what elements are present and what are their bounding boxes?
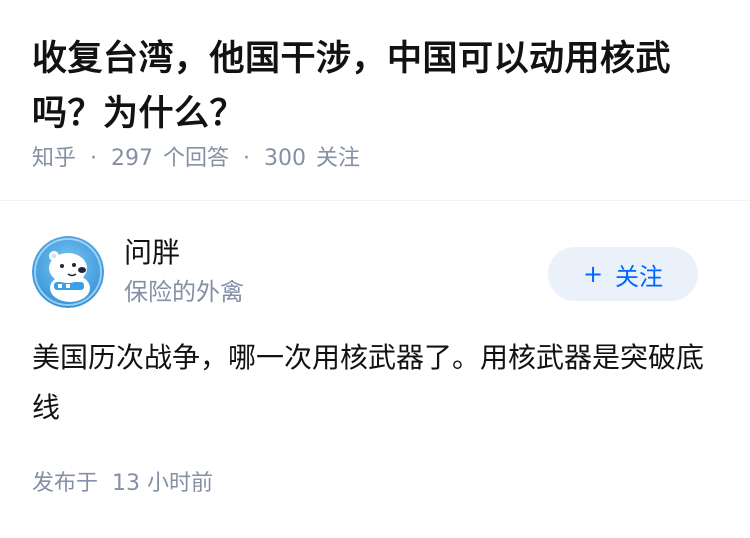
publish-time: 发布于 13 小时前	[32, 469, 213, 499]
question-title[interactable]: 收复台湾，他国干涉，中国可以动用核武吗？为什么？	[32, 32, 718, 142]
author-bio: 保险的外禽	[124, 278, 244, 306]
answer-count-label[interactable]: 个回答	[163, 144, 229, 174]
meta-separator: ·	[90, 146, 98, 171]
follow-button[interactable]: + 关注	[548, 247, 698, 301]
avatar[interactable]	[32, 236, 104, 308]
plus-icon: +	[582, 260, 604, 288]
follow-count[interactable]: 300	[264, 144, 306, 174]
publish-time-value: 13 小时前	[112, 471, 214, 496]
source-label[interactable]: 知乎	[32, 144, 76, 174]
meta-separator-2: ·	[243, 146, 251, 171]
answer-card: 问胖 保险的外禽 + 关注 美国历次战争，哪一次用核武器了。用核武器是突破底线 …	[0, 201, 750, 538]
polar-bear-avatar-icon	[32, 236, 104, 308]
publish-prefix: 发布于	[32, 471, 99, 496]
follow-count-label[interactable]: 关注	[316, 144, 360, 174]
question-meta: 知乎 · 297 个回答 · 300 关注	[32, 144, 360, 174]
answer-content[interactable]: 美国历次战争，哪一次用核武器了。用核武器是突破底线	[32, 333, 712, 433]
answer-count[interactable]: 297	[111, 144, 153, 174]
author-name[interactable]: 问胖	[124, 235, 180, 271]
follow-button-label: 关注	[615, 262, 664, 291]
